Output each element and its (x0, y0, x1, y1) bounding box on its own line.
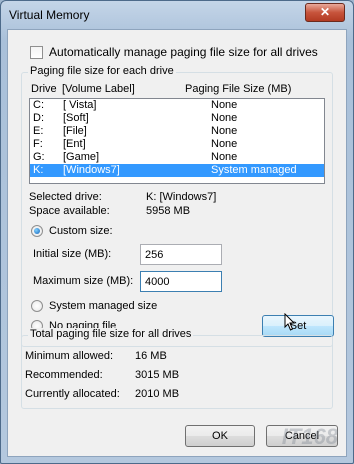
totals-group: Total paging file size for all drives Mi… (21, 328, 333, 409)
selected-drive-label: Selected drive: (29, 191, 102, 203)
drive-letter: F: (33, 138, 43, 150)
per-drive-group: Paging file size for each drive Drive [V… (21, 65, 334, 347)
header-drive: Drive (31, 83, 57, 95)
minimum-allowed-label: Minimum allowed: (25, 350, 114, 362)
volume-label: [File] (63, 125, 87, 137)
auto-manage-row[interactable]: Automatically manage paging file size fo… (30, 45, 318, 59)
space-available-value: 5958 MB (146, 205, 191, 217)
mouse-pointer-icon (284, 313, 296, 331)
initial-size-label: Initial size (MB): (33, 248, 112, 260)
maximum-size-label: Maximum size (MB): (33, 275, 134, 287)
list-item[interactable]: C: [ Vista] None (30, 99, 324, 112)
title-bar[interactable]: Virtual Memory ✕ (1, 1, 353, 29)
currently-allocated-value: 2010 MB (135, 388, 180, 400)
drive-letter: E: (33, 125, 44, 137)
volume-label: [Game] (63, 151, 100, 163)
paging-size: None (211, 151, 238, 163)
list-item[interactable]: E: [File] None (30, 125, 324, 138)
ok-button[interactable]: OK (185, 425, 255, 447)
volume-label: [Soft] (63, 112, 89, 124)
system-managed-radio[interactable] (31, 300, 43, 312)
close-button[interactable]: ✕ (305, 3, 345, 22)
virtual-memory-window: Virtual Memory ✕ Automatically manage pa… (0, 0, 354, 464)
volume-label: [Windows7] (63, 164, 120, 176)
auto-manage-label: Automatically manage paging file size fo… (49, 45, 318, 59)
system-managed-label: System managed size (49, 300, 158, 312)
per-drive-group-label: Paging file size for each drive (28, 65, 176, 77)
currently-allocated-label: Currently allocated: (25, 388, 120, 400)
space-available-label: Space available: (29, 205, 110, 217)
window-title: Virtual Memory (9, 8, 90, 22)
paging-size: None (211, 99, 238, 111)
custom-size-label: Custom size: (49, 225, 113, 237)
paging-size: None (211, 112, 238, 124)
totals-group-label: Total paging file size for all drives (28, 328, 194, 340)
initial-size-input[interactable] (140, 244, 222, 265)
close-icon: ✕ (319, 5, 331, 19)
drive-letter: C: (33, 99, 44, 111)
custom-size-option[interactable]: Custom size: (31, 225, 113, 237)
header-paging-size: Paging File Size (MB) (185, 83, 292, 95)
list-item[interactable]: G: [Game] None (30, 151, 324, 164)
volume-label: [ Vista] (63, 99, 97, 111)
set-button[interactable]: Set (262, 315, 334, 337)
maximum-size-input[interactable] (140, 271, 222, 292)
it168-watermark: IT168 (281, 424, 338, 449)
list-item-selected[interactable]: K: [Windows7] System managed (30, 164, 324, 177)
list-item[interactable]: F: [Ent] None (30, 138, 324, 151)
header-volume-label: [Volume Label] (62, 83, 135, 95)
selected-drive-value: K: [Windows7] (146, 191, 217, 203)
recommended-value: 3015 MB (135, 369, 180, 381)
paging-size: None (211, 138, 238, 150)
paging-size: None (211, 125, 238, 137)
dialog-client-area: Automatically manage paging file size fo… (7, 29, 347, 457)
custom-size-radio[interactable] (31, 225, 43, 237)
recommended-label: Recommended: (25, 369, 103, 381)
drive-list-header: Drive [Volume Label] Paging File Size (M… (29, 83, 345, 97)
drive-letter: D: (33, 112, 44, 124)
drive-list[interactable]: C: [ Vista] None D: [Soft] None E: [File… (29, 98, 325, 184)
drive-letter: G: (33, 151, 45, 163)
volume-label: [Ent] (63, 138, 86, 150)
drive-letter: K: (33, 164, 44, 176)
auto-manage-checkbox[interactable] (30, 45, 43, 59)
system-managed-option[interactable]: System managed size (31, 300, 157, 312)
paging-size: System managed (211, 164, 297, 176)
minimum-allowed-value: 16 MB (135, 350, 167, 362)
list-item[interactable]: D: [Soft] None (30, 112, 324, 125)
